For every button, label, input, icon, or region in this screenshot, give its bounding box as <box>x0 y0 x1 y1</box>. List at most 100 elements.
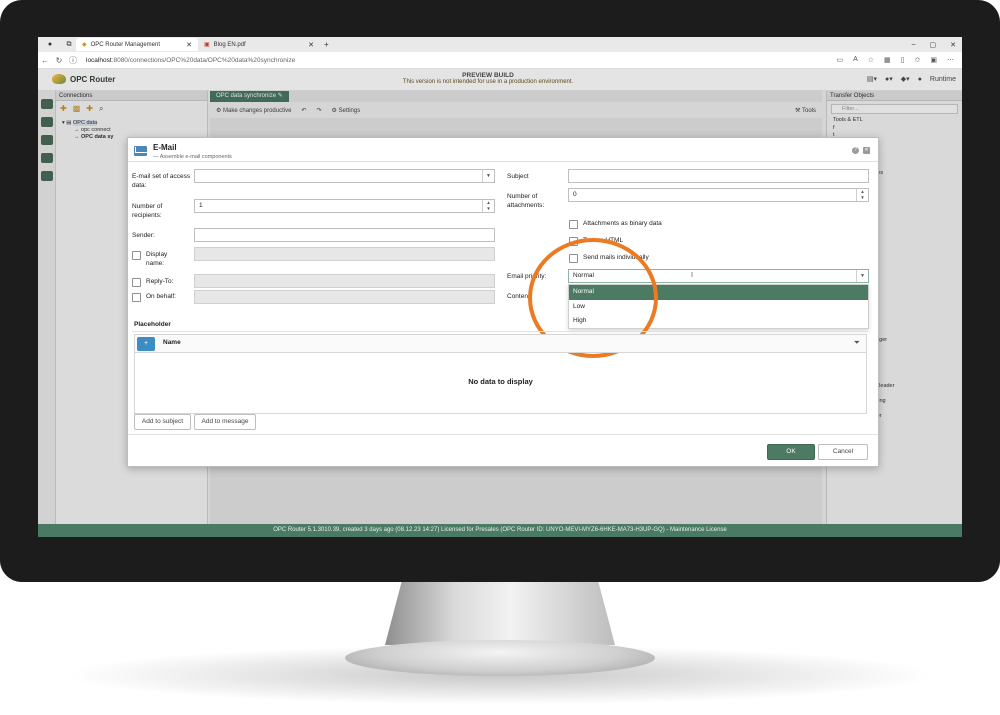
cancel-button[interactable]: Cancel <box>818 444 868 460</box>
pdf-icon: ▣ <box>204 42 210 48</box>
on-behalf-input[interactable] <box>194 290 495 304</box>
stepper-arrows-icon[interactable]: ▲ ▼ <box>482 200 494 212</box>
browser-tabbar: ● ⧉ ◆ OPC Router Management ✕ ▣ Blog EN.… <box>38 37 962 52</box>
favorite-icon[interactable]: ☆ <box>868 56 874 64</box>
placeholder-grid: + Name ⏷ No data to display <box>134 334 867 414</box>
close-tab-icon[interactable]: ✕ <box>186 41 192 49</box>
display-name-input[interactable] <box>194 247 495 261</box>
attachments-value: 0 <box>573 191 577 198</box>
tab-opc-router[interactable]: ◆ OPC Router Management ✕ <box>76 38 198 51</box>
close-tab-icon[interactable]: ✕ <box>308 41 314 49</box>
subject-label: Subject <box>507 173 529 180</box>
url-host: localhost <box>86 56 112 64</box>
on-behalf-checkbox[interactable] <box>132 293 141 302</box>
refresh-icon[interactable]: ↻ <box>52 56 66 65</box>
column-name-header[interactable]: Name <box>163 339 181 346</box>
tab-blog-pdf-label: Blog EN.pdf <box>213 41 246 48</box>
dialog-title: E-Mail <box>153 143 177 152</box>
recipients-stepper[interactable]: 1 ▲ ▼ <box>194 199 495 213</box>
tab-opc-router-label: OPC Router Management <box>90 41 160 48</box>
attachments-stepper[interactable]: 0 ▲ ▼ <box>568 188 869 202</box>
flag-icon[interactable]: ▤▾ <box>867 75 877 83</box>
filter-icon[interactable]: ⏷ <box>854 338 860 348</box>
split-icon[interactable]: ▯ <box>901 56 905 64</box>
app-icon[interactable]: ▭ <box>836 56 843 64</box>
opc-favicon-icon: ◆ <box>82 42 87 48</box>
add-to-message-button[interactable]: Add to message <box>194 414 256 430</box>
chevron-down-icon[interactable]: ▼ <box>482 170 494 182</box>
reply-to-checkbox[interactable] <box>132 278 141 287</box>
monitor-base <box>345 640 655 676</box>
dialog-footer-divider <box>128 434 878 435</box>
header-right: ▤▾ ●▾ ◆▾ ● Runtime <box>867 75 956 84</box>
close-dialog-icon[interactable]: ✕ <box>863 147 870 154</box>
dialog-header: E-Mail — Assemble e-mail components ? ✕ <box>128 138 878 162</box>
chevron-down-icon[interactable]: ▼ <box>856 270 868 282</box>
maximize-icon[interactable]: ▢ <box>930 41 937 49</box>
binary-data-checkbox[interactable] <box>569 220 578 229</box>
on-behalf-label: On behalf: <box>146 293 176 300</box>
close-window-icon[interactable]: ✕ <box>950 41 956 49</box>
workspaces-icon[interactable]: ⧉ <box>62 41 76 49</box>
back-icon[interactable]: ← <box>38 56 52 65</box>
ok-button[interactable]: OK <box>767 444 815 460</box>
app-header: OPC Router PREVIEW BUILD This version is… <box>38 69 962 91</box>
minimize-icon[interactable]: – <box>912 41 916 49</box>
no-data-message: No data to display <box>468 377 533 386</box>
reply-to-input[interactable] <box>194 274 495 288</box>
dialog-subtitle: — Assemble e-mail components <box>153 154 232 160</box>
new-tab-icon[interactable]: + <box>320 40 329 49</box>
runtime-status-icon: ● <box>917 75 922 83</box>
user-icon[interactable]: ●▾ <box>885 75 893 83</box>
display-name-label: Display name: <box>146 251 168 267</box>
collections-icon[interactable]: ▣ <box>930 56 937 64</box>
bulb-icon[interactable]: ◆▾ <box>901 75 910 83</box>
email-set-select[interactable]: ▼ <box>194 169 495 183</box>
display-name-checkbox[interactable] <box>132 251 141 260</box>
reply-to-label: Reply-To: <box>146 278 174 285</box>
stepper-arrows-icon[interactable]: ▲ ▼ <box>856 189 868 201</box>
preview-text: This version is not intended for use in … <box>402 79 574 85</box>
sender-label: Sender: <box>132 232 155 239</box>
address-bar: ← ↻ ⓘ localhost:8080/connections/OPC%20d… <box>38 52 962 69</box>
subject-input[interactable] <box>568 169 869 183</box>
opc-router-logo-icon <box>52 74 66 84</box>
text-cursor-icon: I <box>691 272 693 279</box>
url-path: :8080/connections/OPC%20data/OPC%20data%… <box>111 56 296 64</box>
divider <box>132 331 868 332</box>
extensions-icon[interactable]: ▦ <box>884 56 891 64</box>
recipients-label: Number of recipients: <box>132 203 163 219</box>
favorites-icon[interactable]: ✩ <box>915 56 921 64</box>
monitor-stand <box>385 575 615 645</box>
runtime-label[interactable]: Runtime <box>930 76 956 83</box>
placeholder-title: Placeholder <box>134 321 171 328</box>
recipients-value: 1 <box>199 202 203 209</box>
add-placeholder-button[interactable]: + <box>137 337 155 351</box>
preview-title: PREVIEW BUILD <box>462 72 514 79</box>
profile-icon[interactable]: ● <box>38 41 62 48</box>
browser-toolbar-icons: ▭ A ☆ ▦ ▯ ✩ ▣ ⋯ <box>836 56 962 64</box>
content-label: Conten <box>507 293 528 300</box>
email-icon <box>134 146 147 156</box>
status-bar: OPC Router 5.1.3010.39, created 3 days a… <box>38 524 962 537</box>
monitor-chin <box>0 537 1000 582</box>
binary-data-label: Attachments as binary data <box>583 220 662 227</box>
grid-header: + Name ⏷ <box>135 335 866 353</box>
screen: ● ⧉ ◆ OPC Router Management ✕ ▣ Blog EN.… <box>38 37 962 537</box>
sender-input[interactable] <box>194 228 495 242</box>
help-icon[interactable]: ? <box>852 147 859 154</box>
tab-blog-pdf[interactable]: ▣ Blog EN.pdf ✕ <box>198 38 320 51</box>
attachments-label: Number of attachments: <box>507 193 545 209</box>
preview-banner: PREVIEW BUILD This version is not intend… <box>338 72 638 85</box>
url-field[interactable]: localhost:8080/connections/OPC%20data/OP… <box>86 57 295 64</box>
add-to-subject-button[interactable]: Add to subject <box>134 414 191 430</box>
more-icon[interactable]: ⋯ <box>947 56 954 64</box>
read-aloud-icon[interactable]: A <box>853 56 858 64</box>
app-logo: OPC Router <box>52 74 115 84</box>
info-icon[interactable]: ⓘ <box>66 55 80 66</box>
email-dialog: E-Mail — Assemble e-mail components ? ✕ … <box>127 137 879 467</box>
dialog-controls: ? ✕ <box>852 147 870 154</box>
email-set-label: E-mail set of access data: <box>132 173 191 189</box>
window-controls: – ▢ ✕ <box>912 41 962 49</box>
app-logo-text: OPC Router <box>70 74 116 84</box>
